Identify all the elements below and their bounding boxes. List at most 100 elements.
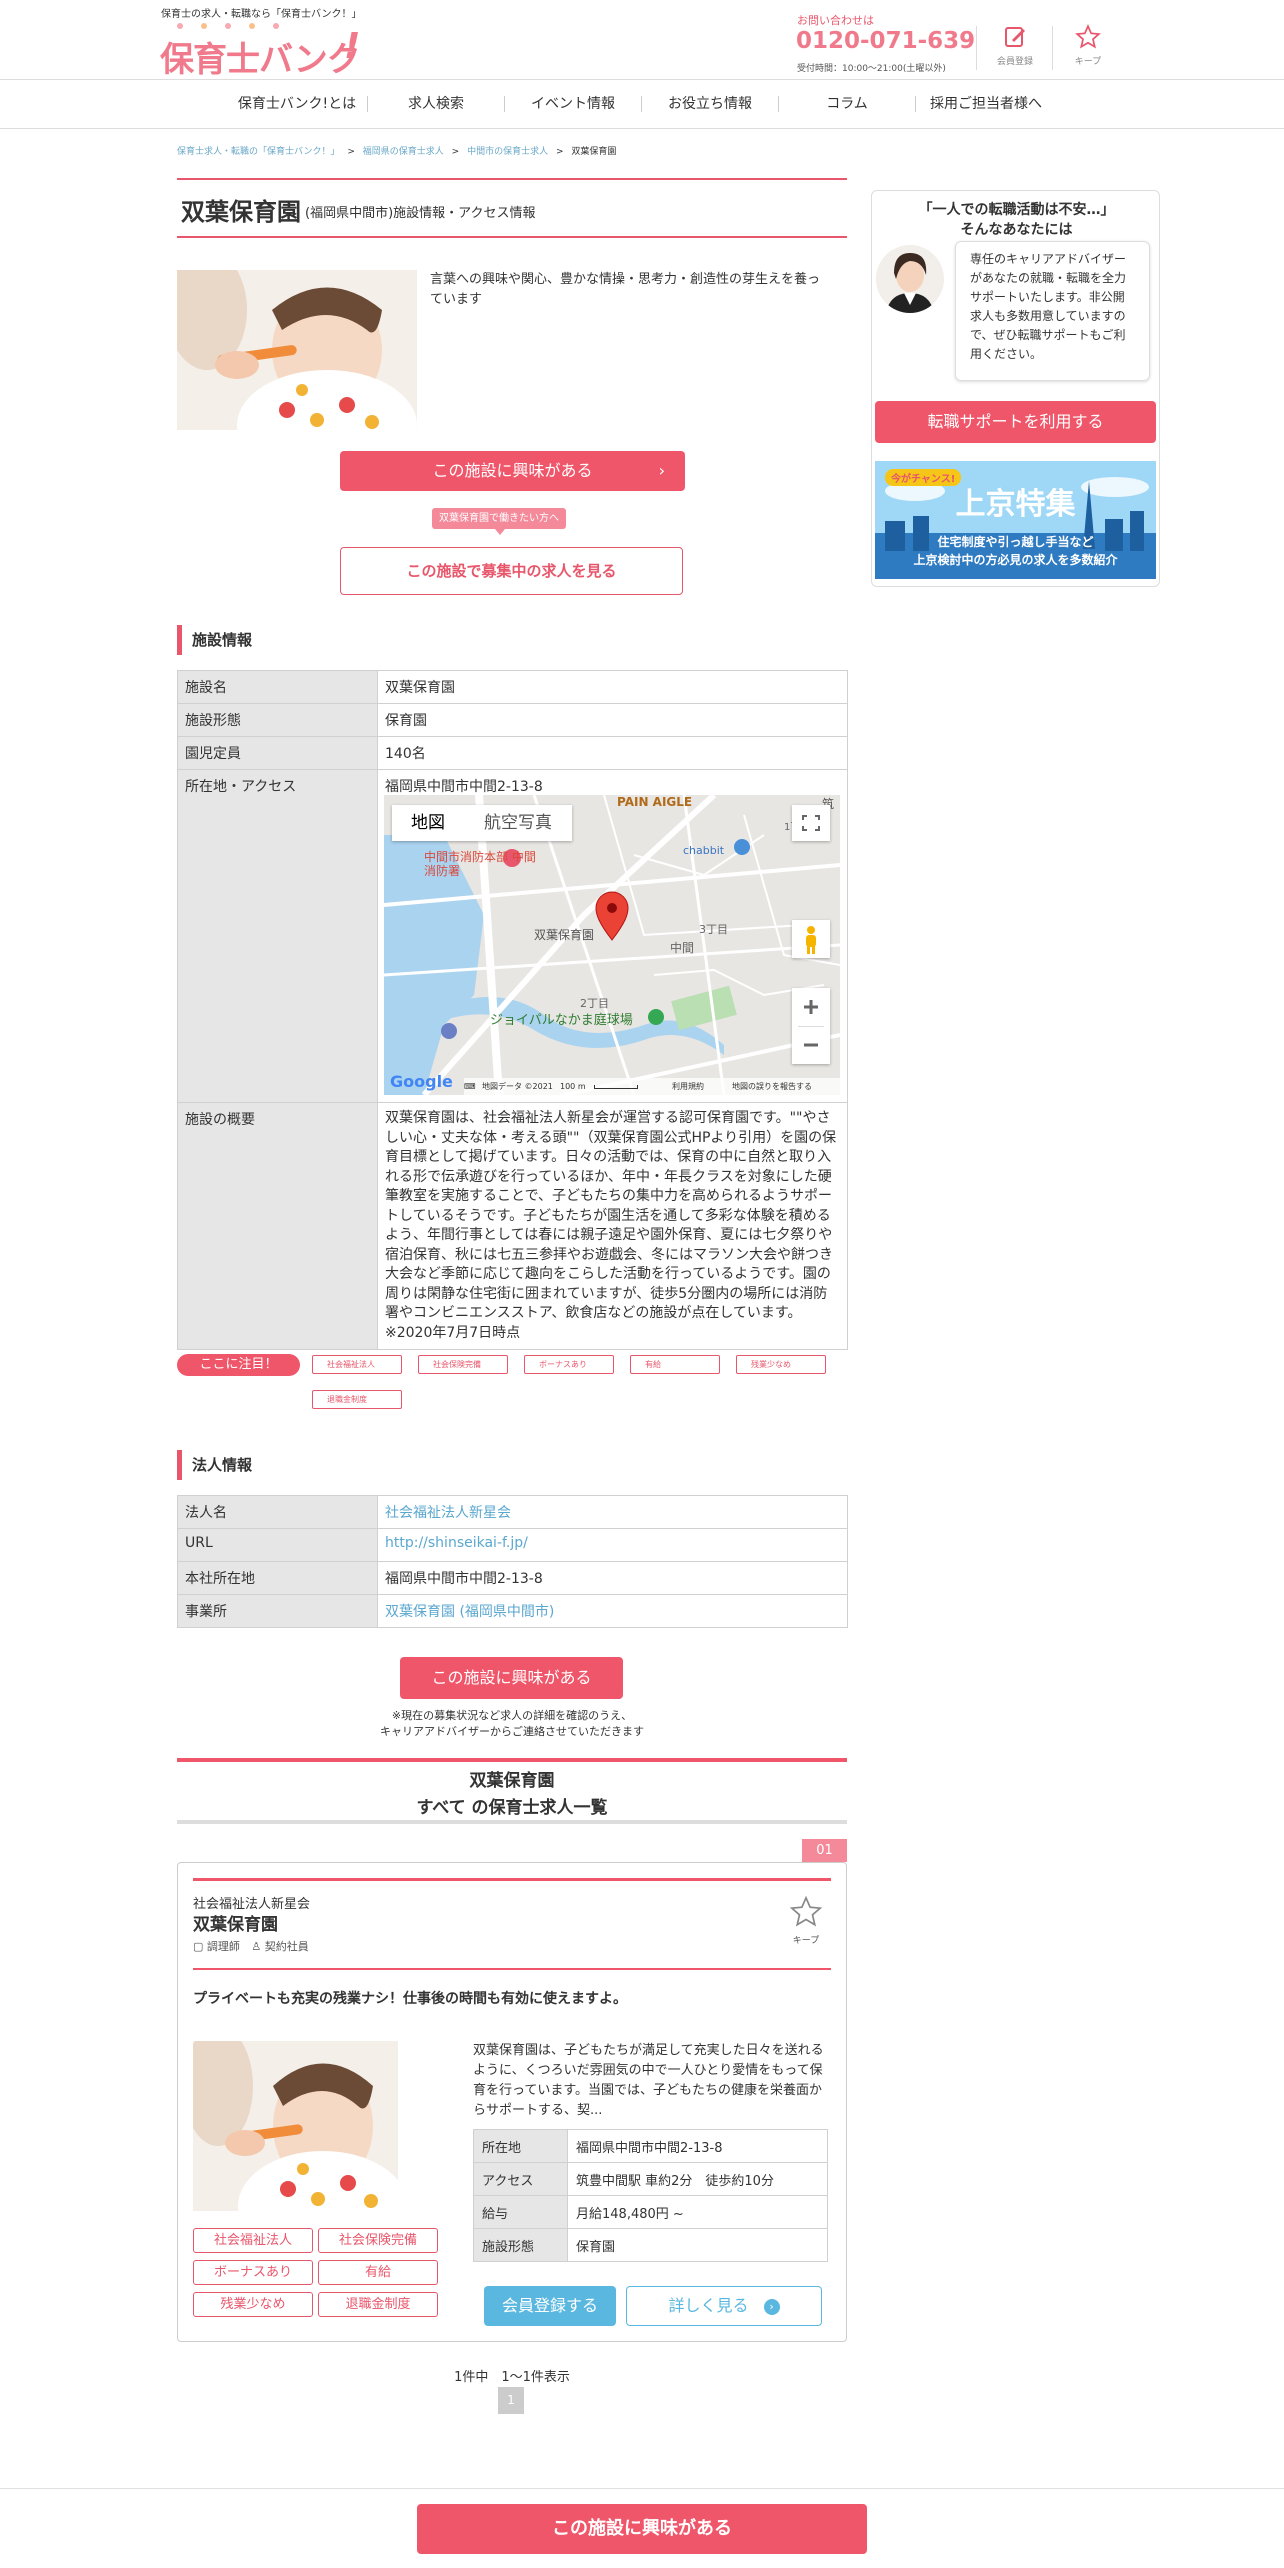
row-label: 本社所在地 [177,1561,378,1595]
facility-photo [177,270,417,430]
row-value: 140名 [377,736,848,770]
job-tag: 残業少なめ [193,2292,313,2317]
detail-button-label: 詳しく見る [668,2296,749,2315]
chevron-right-icon: › [658,461,665,480]
table-row: 法人名 社会福祉法人新星会 [177,1495,848,1529]
keep-label: キープ [1074,57,1102,67]
keyboard-icon: ⌨ [464,1082,476,1091]
corp-name-link[interactable]: 社会福祉法人新星会 [377,1495,848,1529]
job-role: 調理師 [206,1940,240,1953]
fullscreen-icon [802,815,820,831]
map-label-nursery: 双葉保育園 [534,928,595,942]
career-support-button[interactable]: 転職サポートを利用する [875,401,1156,443]
interest-button-2[interactable]: この施設に興味がある [400,1657,623,1699]
page-title: 双葉保育園 [181,198,301,226]
job-catchphrase: プライベートも充実の残業ナシ！仕事後の時間も有効に使えますよ。 [193,1991,627,2007]
row-value: 双葉保育園 [377,670,848,704]
job-card: 社会福祉法人新星会 双葉保育園 ▢ 調理師 ♙ 契約社員 キープ プライベートも… [177,1862,847,2342]
jokyo-banner[interactable]: 今がチャンス! 上京特集 住宅制度や引っ越し手当など 上京検討中の方必見の求人を… [875,461,1156,579]
work-here-badge: 双葉保育園で働きたい方へ [432,508,566,529]
detail-button[interactable]: 詳しく見る › [626,2286,822,2326]
banner-subtitle: 住宅制度や引っ越し手当など 上京検討中の方必見の求人を多数紹介 [913,535,1118,567]
job-keep-button[interactable]: キープ [786,1895,826,1946]
see-jobs-button[interactable]: この施設で募集中の求人を見る [340,547,683,595]
page: 保育士の求人・転職なら「保育士バンク！」 保育士バンク ! お問い合わせは 01… [0,0,1284,2568]
map-tab-satellite[interactable]: 航空写真 [464,805,572,841]
corp-info-heading: 法人情報 [177,1450,847,1480]
advisor-message: 専任のキャリアアドバイザーがあなたの就職・転職を全力サポートいたします。非公開求… [955,241,1150,381]
header-divider [1052,26,1053,70]
interest-button[interactable]: この施設に興味がある › [340,451,685,491]
map-footer: ⌨ 地図データ ©2021 100 m 利用規約 地図の誤りを報告する [464,1078,840,1095]
logo-text: 保育士バンク [160,40,361,80]
corp-info-table: 法人名 社会福祉法人新星会 URL http://shinseikai-f.jp/ … [177,1495,848,1628]
fullscreen-button[interactable] [792,805,830,841]
breadcrumb-item[interactable]: 保育士求人・転職の「保育士バンク！」 [177,147,339,157]
phone-number[interactable]: 0120-071-639 [796,28,975,54]
row-label: 給与 [473,2195,568,2229]
corp-url-link[interactable]: http://shinseikai-f.jp/ [377,1528,848,1562]
row-value: 保育園 [377,703,848,737]
nav-item-recruiters[interactable]: 採用ご担当者様へ [916,80,1056,128]
nav-item-events[interactable]: イベント情報 [505,80,641,128]
job-description: 双葉保育園は、子どもたちが満足して充実した日々を送れるように、くつろいだ雰囲気の… [473,2043,824,2118]
sidebar-title-2: そんなあなたには [960,222,1073,238]
map-terms-link[interactable]: 利用規約 [672,1078,704,1095]
breadcrumb: 保育士求人・転職の「保育士バンク！」 > 福岡県の保育士求人 > 中間市の保育士… [177,144,616,157]
google-logo: Google [390,1072,453,1091]
job-facility-name[interactable]: 双葉保育園 [193,1910,278,1935]
zoom-control [792,988,830,1064]
row-label: 所在地 [473,2129,568,2163]
breadcrumb-item[interactable]: 福岡県の保育士求人 [363,147,444,157]
table-row: 事業所 双葉保育園 (福岡県中間市) [177,1594,848,1628]
zoom-out-icon[interactable] [792,1026,830,1064]
map-report-link[interactable]: 地図の誤りを報告する [732,1078,812,1095]
pegman-button[interactable] [792,920,830,958]
table-row: 本社所在地 福岡県中間市中間2-13-8 [177,1561,848,1595]
nav-item-search[interactable]: 求人検索 [368,80,504,128]
zoom-in-icon[interactable] [792,988,830,1026]
business-hours: 受付時間：10:00〜21:00(土曜以外) [797,64,946,74]
card-mid-rule [193,1968,831,1970]
register-link[interactable]: 会員登録 [980,24,1050,74]
job-tag: 退職金制度 [318,2292,438,2317]
address-text: 福岡県中間市中間2-13-8 [385,779,543,795]
row-value: 福岡県中間市中間2-13-8 [567,2129,828,2163]
map-tab-map[interactable]: 地図 [392,805,464,841]
edit-icon [1005,27,1025,47]
bottom-interest-button[interactable]: この施設に興味がある [417,2504,867,2554]
row-label: 施設形態 [177,703,378,737]
breadcrumb-separator: > [451,147,460,157]
map-label-chabbit: chabbit [683,844,725,857]
job-tag: 有給 [318,2260,438,2285]
row-label: 施設形態 [473,2228,568,2262]
nav-item-about[interactable]: 保育士バンク!とは [227,80,367,128]
feature-tag: 社会福祉法人 [312,1355,402,1374]
office-link[interactable]: 双葉保育園 (福岡県中間市) [377,1594,848,1628]
nav-item-useful[interactable]: お役立ち情報 [642,80,778,128]
nav-item-column[interactable]: コラム [779,80,915,128]
map-label-naka: 中間 [670,941,695,955]
facility-intro: 言葉への興味や関心、豊かな情操・思考力・創造性の芽生えを養っています [430,272,821,307]
page-number[interactable]: 1 [498,2387,524,2414]
keep-link[interactable]: キープ [1055,24,1121,74]
header-divider [976,26,977,70]
feature-tag: ボーナスあり [524,1355,614,1374]
site-logo[interactable]: 保育士バンク ! [160,18,361,80]
row-value: 福岡県中間市中間2-13-8 [377,1561,848,1595]
job-list-rule [177,1758,847,1762]
advisor-avatar [876,245,944,313]
google-map[interactable]: PAIN AIGLE 筑 1丁目 中間市消防本部 中間消防署 chabbit 双… [384,795,840,1095]
register-button[interactable]: 会員登録する [484,2286,616,2326]
banner-title: 上京特集 [955,487,1076,522]
row-value: 筑豊中間駅 車約2分 徒歩約10分 [567,2162,828,2196]
breadcrumb-separator: > [555,147,564,157]
facility-overview: 双葉保育園は、社会福祉法人新星会が運営する認可保育園です。""やさしい心・丈夫な… [377,1102,848,1350]
row-value: 保育園 [567,2228,828,2262]
logo-mark: ! [344,26,361,67]
career-support-box: 「一人での転職活動は不安…」 そんなあなたには 専任のキャリアアドバイザーがあな… [871,190,1160,587]
row-label: 事業所 [177,1594,378,1628]
breadcrumb-item[interactable]: 中間市の保育士求人 [467,147,548,157]
breadcrumb-current: 双葉保育園 [571,147,617,157]
star-icon [1075,24,1101,49]
